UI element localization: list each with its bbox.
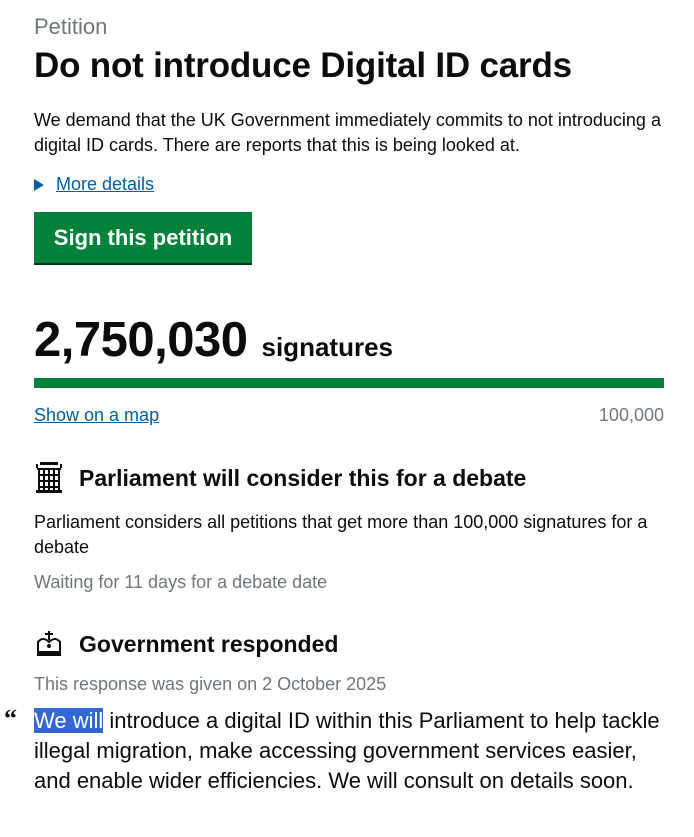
debate-heading: Parliament will consider this for a deba… bbox=[79, 464, 527, 491]
petition-caption: Petition bbox=[34, 14, 108, 39]
signature-count: 2,750,030 signatures bbox=[34, 312, 393, 368]
petition-description: We demand that the UK Government immedia… bbox=[34, 110, 661, 155]
response-quote: We will introduce a digital ID within th… bbox=[34, 706, 674, 796]
debate-text: Parliament considers all petitions that … bbox=[34, 512, 648, 557]
more-details-link[interactable]: More details bbox=[56, 174, 154, 195]
sign-petition-button[interactable]: Sign this petition bbox=[34, 212, 252, 263]
triangle-right-icon bbox=[34, 178, 44, 191]
selected-text: We will bbox=[34, 708, 104, 733]
signature-count-number: 2,750,030 bbox=[34, 313, 248, 367]
quote-mark: “ bbox=[4, 704, 17, 733]
debate-status: Waiting for 11 days for a debate date bbox=[34, 572, 328, 592]
more-details-toggle[interactable]: More details bbox=[34, 174, 154, 195]
response-section-header: Government responded bbox=[34, 628, 338, 660]
response-date: This response was given on 2 October 202… bbox=[34, 674, 387, 694]
threshold-label: 100,000 bbox=[598, 405, 664, 425]
signature-progress-fill bbox=[34, 378, 664, 388]
page-title: Do not introduce Digital ID cards bbox=[34, 46, 572, 85]
crown-icon bbox=[37, 631, 61, 656]
debate-section-header: Parliament will consider this for a deba… bbox=[34, 462, 526, 494]
portcullis-icon bbox=[36, 462, 62, 493]
response-quote-text: introduce a digital ID within this Parli… bbox=[34, 708, 660, 793]
signature-count-label: signatures bbox=[261, 332, 394, 362]
signature-progress-bar bbox=[34, 378, 664, 388]
response-heading: Government responded bbox=[79, 630, 339, 657]
show-on-map-link[interactable]: Show on a map bbox=[34, 405, 159, 426]
